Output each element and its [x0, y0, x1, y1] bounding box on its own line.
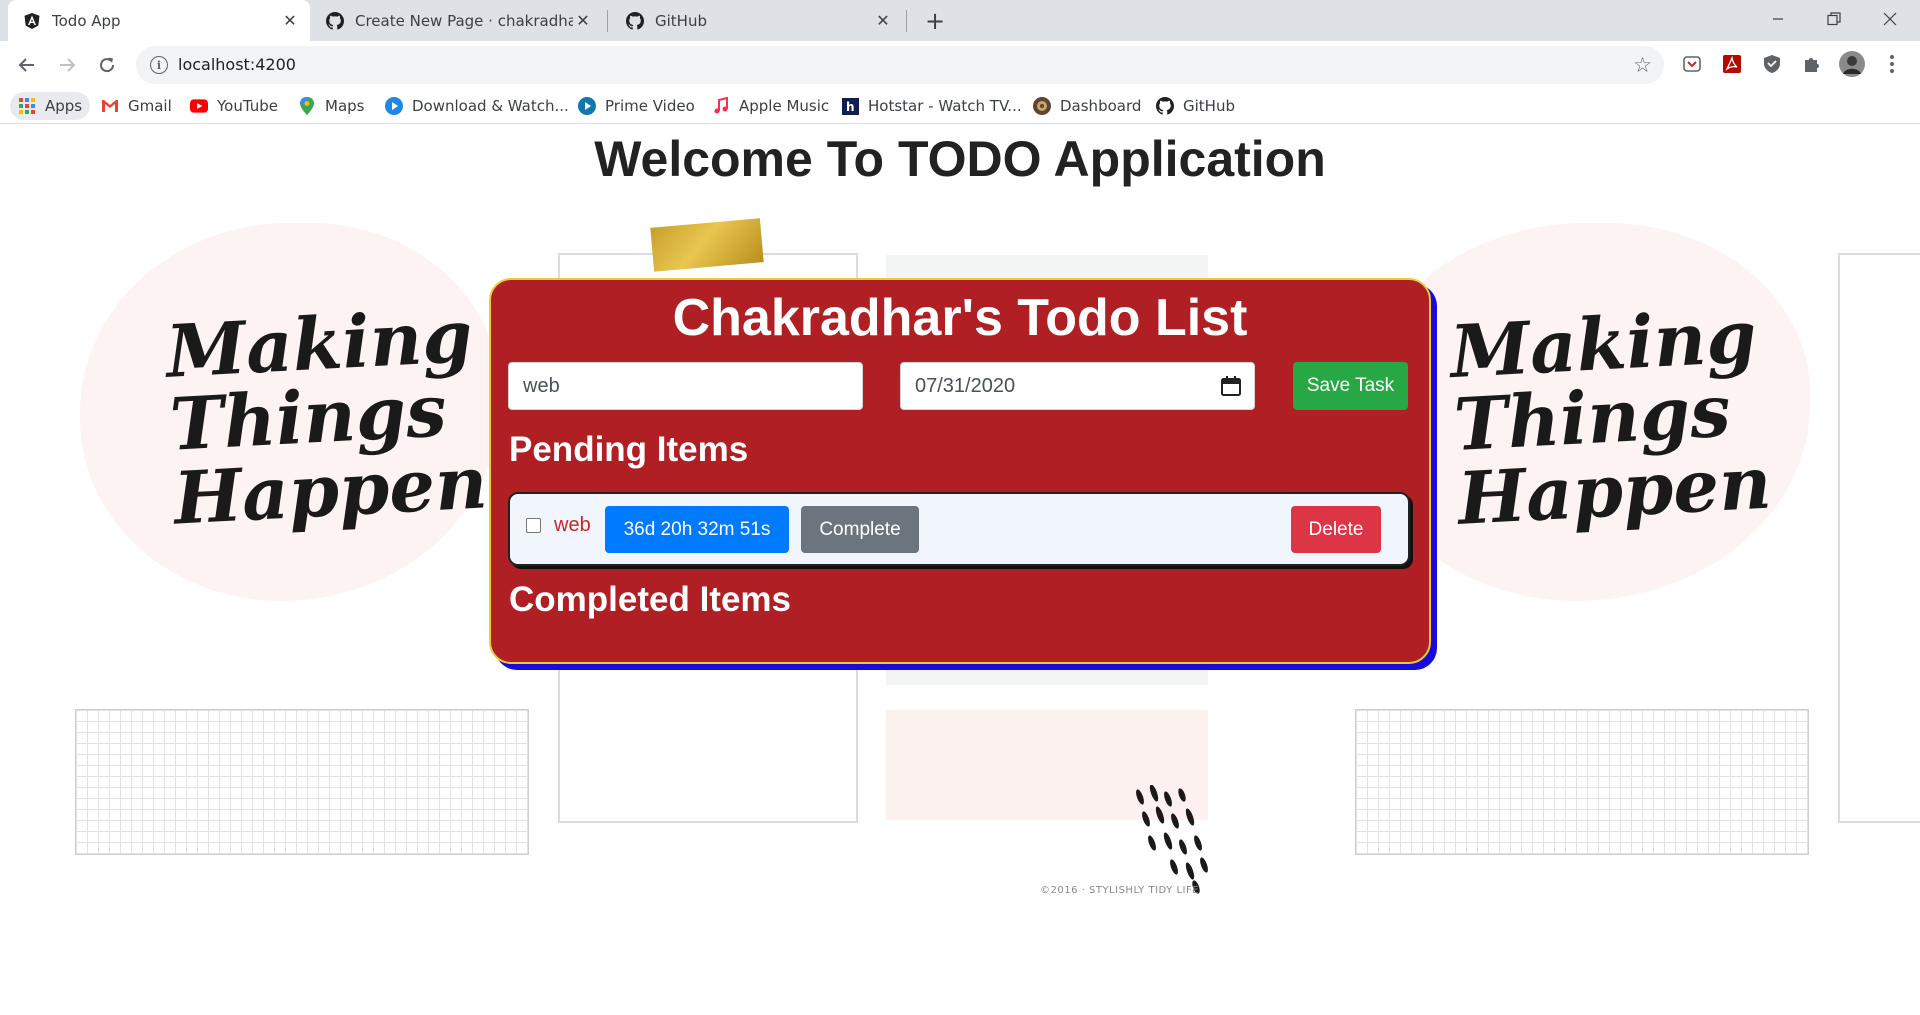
- maps-icon: [298, 97, 316, 115]
- due-date-value: 07/31/2020: [915, 374, 1016, 397]
- completed-items-heading: Completed Items: [509, 580, 791, 619]
- task-name-value: web: [523, 374, 560, 397]
- bookmark-label: Apple Music: [739, 97, 830, 115]
- url-text: localhost:4200: [178, 55, 296, 74]
- bookmark-label: Apps: [45, 97, 83, 115]
- shield-extension-icon[interactable]: [1760, 52, 1784, 76]
- bookmarks-bar: Apps Gmail YouTube Maps Download & Watch…: [0, 88, 1920, 124]
- bookmark-download-watch[interactable]: Download & Watch...: [385, 92, 569, 120]
- countdown-badge[interactable]: 36d 20h 32m 51s: [605, 506, 789, 553]
- hotstar-icon: h: [841, 97, 859, 115]
- task-name-input[interactable]: web: [508, 362, 863, 410]
- back-arrow-icon[interactable]: [12, 50, 42, 80]
- dashboard-icon: [1033, 97, 1051, 115]
- bookmark-label: Download & Watch...: [412, 97, 569, 115]
- tab-create-new-page[interactable]: Create New Page · chakradharchi ✕: [311, 0, 603, 41]
- save-task-button[interactable]: Save Task: [1293, 362, 1408, 410]
- tab-divider: [906, 10, 907, 32]
- close-tab-icon[interactable]: ✕: [280, 11, 300, 31]
- svg-text:h: h: [846, 100, 855, 114]
- bookmark-youtube[interactable]: YouTube: [190, 92, 278, 120]
- reload-icon[interactable]: [92, 50, 122, 80]
- bookmark-apps[interactable]: Apps: [10, 92, 91, 120]
- page-title: Welcome To TODO Application: [594, 131, 1326, 187]
- new-tab-plus-icon[interactable]: +: [922, 7, 948, 35]
- site-info-icon[interactable]: i: [150, 56, 168, 74]
- bookmark-label: Maps: [325, 97, 365, 115]
- todo-card: Chakradhar's Todo List web 07/31/2020 Sa…: [489, 278, 1431, 664]
- todo-list-title: Chakradhar's Todo List: [672, 289, 1248, 347]
- pocket-extension-icon[interactable]: [1680, 52, 1704, 76]
- music-note-icon: [712, 97, 730, 115]
- bookmark-label: Prime Video: [605, 97, 695, 115]
- puzzle-extensions-icon[interactable]: [1800, 52, 1824, 76]
- more-menu-icon[interactable]: [1880, 52, 1904, 76]
- gmail-icon: [101, 97, 119, 115]
- bookmark-star-icon[interactable]: ☆: [1633, 53, 1652, 77]
- delete-button[interactable]: Delete: [1291, 506, 1381, 553]
- art-line: Happen: [171, 439, 490, 541]
- tab-title: Todo App: [52, 11, 121, 30]
- complete-button[interactable]: Complete: [801, 506, 919, 553]
- pending-items-heading: Pending Items: [509, 430, 749, 469]
- bookmark-apple-music[interactable]: Apple Music: [712, 92, 829, 120]
- bookmark-label: Gmail: [128, 97, 172, 115]
- play-circle-icon: [385, 97, 403, 115]
- tab-todo-app[interactable]: Todo App ✕: [8, 0, 310, 41]
- github-icon: [1156, 97, 1174, 115]
- restore-icon[interactable]: [1806, 0, 1862, 38]
- page-content: Making Things Happen Making Things Happe…: [0, 125, 1920, 1015]
- close-tab-icon[interactable]: ✕: [573, 11, 593, 31]
- grid-paper: [75, 709, 529, 855]
- angular-icon: [22, 11, 42, 31]
- grid-paper: [1355, 709, 1809, 855]
- tab-divider: [607, 10, 608, 32]
- bookmark-label: Dashboard: [1060, 97, 1142, 115]
- bookmark-maps[interactable]: Maps: [298, 92, 364, 120]
- apps-grid-icon: [18, 97, 36, 115]
- calendar-icon[interactable]: [1220, 375, 1242, 397]
- task-name: web: [554, 514, 591, 536]
- bookmark-label: Hotstar - Watch TV...: [868, 97, 1022, 115]
- forward-arrow-icon[interactable]: [52, 50, 82, 80]
- close-tab-icon[interactable]: ✕: [873, 11, 893, 31]
- art-line: Happen: [1455, 439, 1774, 541]
- bookmark-label: GitHub: [1183, 97, 1235, 115]
- bookmark-gmail[interactable]: Gmail: [101, 92, 172, 120]
- due-date-input[interactable]: 07/31/2020: [900, 362, 1255, 410]
- image-credit: ©2016 · STYLISHLY TIDY LIFE: [1040, 885, 1200, 896]
- pending-task-row: web 36d 20h 32m 51s Complete Delete: [508, 492, 1410, 566]
- white-frame: [1838, 253, 1920, 823]
- bookmark-github[interactable]: GitHub: [1156, 92, 1235, 120]
- bookmark-label: YouTube: [217, 97, 278, 115]
- bookmark-dashboard[interactable]: Dashboard: [1033, 92, 1141, 120]
- prime-video-icon: [578, 97, 596, 115]
- browser-toolbar: i localhost:4200 ☆: [0, 41, 1920, 88]
- close-window-icon[interactable]: [1862, 0, 1918, 38]
- bookmark-prime-video[interactable]: Prime Video: [578, 92, 695, 120]
- bookmark-hotstar[interactable]: h Hotstar - Watch TV...: [841, 92, 1022, 120]
- address-bar[interactable]: i localhost:4200 ☆: [136, 46, 1664, 84]
- github-icon: [325, 11, 345, 31]
- youtube-icon: [190, 97, 208, 115]
- tab-title: GitHub: [655, 11, 707, 30]
- task-checkbox[interactable]: [526, 518, 541, 533]
- pdf-extension-icon[interactable]: [1720, 52, 1744, 76]
- ink-drops-decoration: [1136, 785, 1208, 894]
- tab-github[interactable]: GitHub ✕: [611, 0, 903, 41]
- tab-title: Create New Page · chakradharchi: [355, 11, 573, 30]
- minimize-icon[interactable]: [1750, 0, 1806, 38]
- avatar[interactable]: [1838, 50, 1866, 78]
- making-things-happen-art: Making Things Happen: [1448, 293, 1774, 541]
- tab-strip: Todo App ✕ Create New Page · chakradharc…: [0, 0, 1920, 41]
- github-icon: [625, 11, 645, 31]
- making-things-happen-art: Making Things Happen: [164, 293, 490, 541]
